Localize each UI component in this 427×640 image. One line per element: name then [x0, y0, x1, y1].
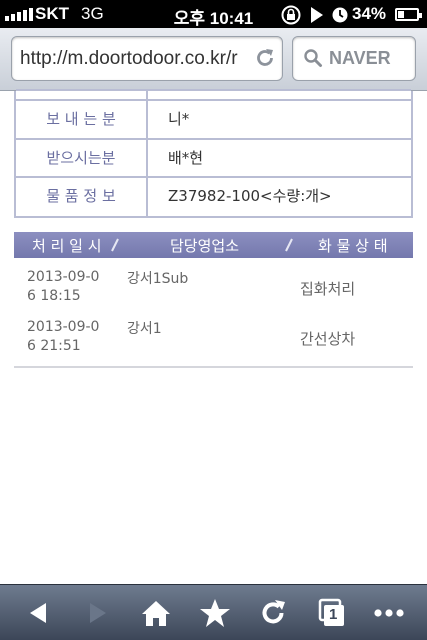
sender-value: 니*	[168, 110, 190, 128]
recipient-value: 배*현	[168, 149, 204, 167]
column-separator-icon	[285, 238, 293, 252]
shipment-info-table: 보 내 는 분 니* 받으시는분 배*현 물 품 정 보 Z37982-100<…	[14, 89, 413, 218]
row-date: 2013-09-06 18:15	[27, 269, 100, 304]
info-row-sender: 보 내 는 분 니*	[16, 99, 411, 138]
table-row: 2013-09-06 18:15 강서1Sub 집화처리	[14, 258, 413, 310]
reload-icon[interactable]	[253, 46, 277, 70]
table-row: 2013-09-06 21:51 강서1 간선상차	[14, 308, 413, 360]
info-label: 받으시는분	[16, 140, 148, 176]
reload-icon[interactable]	[257, 597, 289, 629]
row-status: 집화처리	[300, 280, 356, 298]
header-status: 화 물 상 태	[318, 237, 388, 255]
column-separator-icon	[111, 238, 119, 252]
search-icon	[304, 49, 322, 67]
info-value: 니*	[168, 101, 189, 138]
back-icon[interactable]	[22, 597, 54, 629]
info-label: 물 품 정 보	[16, 178, 148, 216]
row-branch: 강서1	[127, 321, 162, 337]
battery-percent: 34%	[352, 4, 387, 23]
tracking-rows: 2013-09-06 18:15 강서1Sub 집화처리 2013-09-06 …	[14, 258, 413, 368]
pages-icon[interactable]: 1	[316, 597, 348, 629]
status-bar: SKT 3G 오후 10:41 34%	[0, 0, 427, 28]
page-count: 1	[329, 606, 338, 623]
item-label: 물 품 정 보	[46, 187, 116, 205]
header-branch: 담당영업소	[170, 237, 240, 255]
item-value: Z37982-100<수량:개>	[168, 187, 332, 205]
play-icon	[311, 7, 323, 23]
bookmark-star-icon[interactable]	[199, 597, 231, 629]
search-engine-label: NAVER	[329, 48, 391, 68]
row-branch: 강서1Sub	[127, 271, 189, 287]
lock-rotation-icon	[281, 5, 301, 25]
info-value: 배*현	[168, 140, 203, 176]
info-row-item: 물 품 정 보 Z37982-100<수량:개>	[16, 176, 411, 216]
more-icon[interactable]	[373, 597, 405, 629]
browser-address-bar: http://m.doortodoor.co.kr/r NAVER	[0, 28, 427, 91]
recipient-label: 받으시는분	[46, 149, 116, 167]
url-field[interactable]: http://m.doortodoor.co.kr/r	[11, 36, 283, 81]
row-date: 2013-09-06 21:51	[27, 319, 100, 354]
header-date: 처 리 일 시	[32, 237, 102, 255]
alarm-icon	[332, 7, 348, 23]
battery-fill	[398, 11, 405, 18]
info-label: 보 내 는 분	[16, 101, 148, 138]
info-value: Z37982-100<수량:개>	[168, 178, 332, 216]
info-row-partial	[16, 89, 411, 101]
battery-icon	[395, 8, 422, 21]
row-status: 간선상차	[300, 330, 356, 348]
sender-label: 보 내 는 분	[46, 110, 116, 128]
home-icon[interactable]	[140, 597, 172, 629]
forward-icon[interactable]	[82, 597, 114, 629]
tracking-header: 처 리 일 시 담당영업소 화 물 상 태	[14, 232, 413, 258]
browser-toolbar: 1	[0, 584, 427, 640]
url-text: http://m.doortodoor.co.kr/r	[20, 48, 238, 69]
info-row-recipient: 받으시는분 배*현	[16, 138, 411, 176]
search-field[interactable]: NAVER	[292, 36, 416, 81]
